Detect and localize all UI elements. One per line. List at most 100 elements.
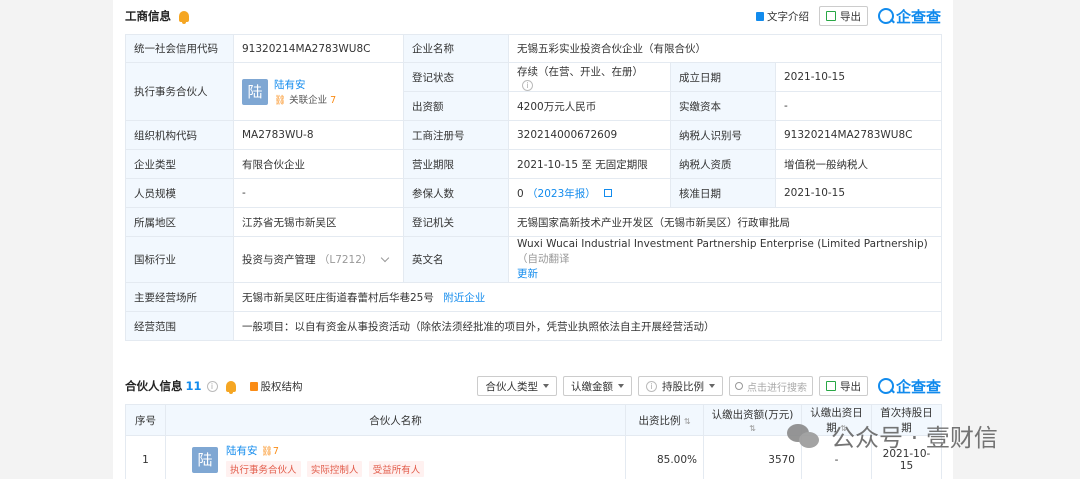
equity-structure-link[interactable]: 股权结构 <box>249 379 303 394</box>
table-row: 所属地区 江苏省无锡市新吴区 登记机关 无锡国家高新技术产业开发区（无锡市新吴区… <box>125 207 943 237</box>
cell-label: 经营范围 <box>125 311 234 341</box>
section-title: 工商信息 <box>125 9 171 23</box>
org-code-value: MA2783WU-8 <box>233 120 404 150</box>
related-label: 关联企业 <box>289 95 328 106</box>
text-intro-label: 文字介绍 <box>766 10 809 23</box>
avatar[interactable]: 陆 <box>192 446 218 473</box>
table-row: 执行事务合伙人 陆 陆有安 ⛓ 关联企业 7 登记状态 存续（在营、开业、在册）… <box>125 62 943 121</box>
magnifier-logo-icon <box>877 8 894 24</box>
paid-capital-value: - <box>774 91 943 121</box>
insured-value: 0 <box>517 187 524 200</box>
ratio-value: 85.00% <box>625 435 704 479</box>
established-value: 2021-10-15 <box>774 62 943 92</box>
cell-label: 统一社会信用代码 <box>125 34 234 63</box>
cell-label: 企业类型 <box>125 149 234 179</box>
industry-code: （L7212） <box>318 254 373 266</box>
export-button[interactable]: 导出 <box>818 6 868 26</box>
text-intro-link[interactable]: 文字介绍 <box>755 9 809 24</box>
brand-logo: 企查查 <box>877 376 941 397</box>
cell-label: 核准日期 <box>670 178 776 208</box>
taxpayer-qual-value: 增值税一般纳税人 <box>774 149 943 179</box>
ratio-filter[interactable]: i 持股比例 <box>637 376 723 396</box>
business-info-table: 统一社会信用代码 91320214MA2783WU8C 企业名称 无锡五彩实业投… <box>125 34 943 341</box>
column-header: 序号 <box>125 404 166 436</box>
cell-label: 英文名 <box>403 236 509 283</box>
partners-toolbar: 合伙人类型 认缴金额 i 持股比例 点击进行搜索 导出 企查查 <box>477 374 941 398</box>
structure-icon <box>249 381 258 391</box>
sort-icon: ⇅ <box>749 423 756 433</box>
watermark-text: 公众号 · 壹财信 <box>831 424 998 452</box>
export-label: 导出 <box>839 380 861 393</box>
info-icon[interactable]: i <box>522 79 533 91</box>
cell-label: 国标行业 <box>125 236 234 283</box>
reg-status-cell: 存续（在营、开业、在册） i <box>508 62 671 92</box>
related-companies-tag[interactable]: ⛓ 关联企业 7 <box>274 92 336 106</box>
insured-year-link[interactable]: （2023年报） <box>527 188 596 200</box>
auto-translate-note: （自动翻译 <box>517 253 570 265</box>
wechat-watermark: 公众号 · 壹财信 <box>785 418 998 453</box>
column-header-sortable[interactable]: 出资比例 ⇅ <box>625 404 704 436</box>
exec-partner-link[interactable]: 陆有安 <box>274 77 336 92</box>
update-link[interactable]: 更新 <box>517 268 538 280</box>
cell-label: 登记状态 <box>403 62 509 92</box>
table-row: 经营范围 一般项目：以自有资金从事投资活动（除依法须经批准的项目外，凭营业执照依… <box>125 311 943 341</box>
address-cell: 无锡市新吴区旺庄街道春蕾村后华巷25号 附近企业 <box>232 282 943 312</box>
table-row: 人员规模 - 参保人数 0 （2023年报） 核准日期 2021-10-15 <box>125 178 943 208</box>
partner-search-input[interactable]: 点击进行搜索 <box>728 376 813 396</box>
caret-down-icon <box>542 384 549 388</box>
bell-icon[interactable] <box>225 380 236 394</box>
cell-label: 纳税人资质 <box>670 149 776 179</box>
reg-no-value: 320214000672609 <box>508 120 671 150</box>
export-button[interactable]: 导出 <box>818 376 868 396</box>
scope-value: 一般项目：以自有资金从事投资活动（除依法须经批准的项目外，凭营业执照依法自主开展… <box>232 311 943 341</box>
english-name-value: Wuxi Wucai Industrial Investment Partner… <box>517 238 928 250</box>
cell-label: 登记机关 <box>403 207 509 237</box>
brand-name: 企查查 <box>895 377 941 396</box>
role-tag: 实际控制人 <box>306 460 363 477</box>
related-count: 7 <box>272 445 279 457</box>
authority-value: 无锡国家高新技术产业开发区（无锡市新吴区）行政审批局 <box>507 207 943 237</box>
filter-label: 认缴金额 <box>570 380 613 393</box>
link-icon: ⛓ <box>260 445 273 457</box>
related-companies-tag[interactable]: ⛓7 <box>261 446 279 457</box>
company-name-value: 无锡五彩实业投资合伙企业（有限合伙） <box>507 34 943 63</box>
cell-label: 实缴资本 <box>670 91 776 121</box>
info-icon[interactable]: i <box>206 380 218 392</box>
chart-icon[interactable] <box>604 188 613 197</box>
column-header: 合伙人名称 <box>165 404 626 436</box>
filter-label: 持股比例 <box>661 380 704 393</box>
nearby-companies-link[interactable]: 附近企业 <box>443 292 485 304</box>
company-info-panel: 工商信息 文字介绍 导出 企查查 统一社会信用代码 91320214MA2783… <box>113 0 953 479</box>
document-icon <box>755 11 764 21</box>
caret-down-icon <box>617 384 624 388</box>
cell-label: 所属地区 <box>125 207 234 237</box>
cell-label: 工商注册号 <box>403 120 509 150</box>
export-label: 导出 <box>839 10 861 23</box>
sort-icon: ⇅ <box>683 416 691 426</box>
role-tag: 受益所有人 <box>368 460 425 477</box>
business-toolbar: 文字介绍 导出 企查查 <box>755 4 941 28</box>
equity-structure-label: 股权结构 <box>260 380 303 393</box>
table-row: 组织机构代码 MA2783WU-8 工商注册号 320214000672609 … <box>125 120 943 150</box>
brand-name: 企查查 <box>895 7 941 26</box>
chevron-down-icon[interactable] <box>380 253 390 263</box>
english-name-cell: Wuxi Wucai Industrial Investment Partner… <box>507 236 943 283</box>
partner-name-link[interactable]: 陆有安 <box>226 445 258 457</box>
amount-filter[interactable]: 认缴金额 <box>562 376 632 396</box>
industry-value: 投资与资产管理 <box>242 254 316 266</box>
exec-partner-cell: 陆 陆有安 ⛓ 关联企业 7 <box>233 62 404 121</box>
partners-count: 11 <box>185 379 202 393</box>
capital-value: 4200万元人民币 <box>508 91 671 121</box>
cell-label: 营业期限 <box>403 149 509 179</box>
partner-type-filter[interactable]: 合伙人类型 <box>477 376 557 396</box>
avatar[interactable]: 陆 <box>242 78 268 105</box>
bell-icon[interactable] <box>179 10 189 24</box>
industry-cell[interactable]: 投资与资产管理 （L7212） <box>233 236 404 283</box>
role-tag: 执行事务合伙人 <box>226 460 301 477</box>
export-icon <box>825 11 836 21</box>
cell-label: 执行事务合伙人 <box>125 62 234 121</box>
filter-label: 合伙人类型 <box>485 380 538 393</box>
region-value: 江苏省无锡市新吴区 <box>233 207 404 237</box>
caret-down-icon <box>708 384 715 388</box>
table-row: 统一社会信用代码 91320214MA2783WU8C 企业名称 无锡五彩实业投… <box>125 34 943 63</box>
